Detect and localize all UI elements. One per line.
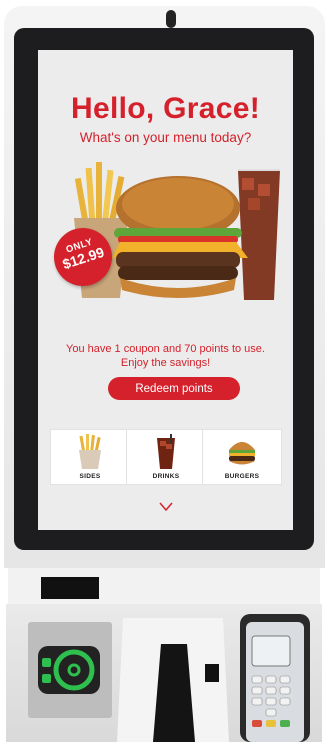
kiosk: Hello, Grace! What's on your menu today? — [0, 0, 327, 742]
drink-icon — [238, 169, 280, 300]
qr-scanner-icon[interactable] — [28, 622, 112, 718]
points-message: You have 1 coupon and 70 points to use. … — [38, 342, 293, 370]
category-drinks[interactable]: DRINKS — [127, 430, 205, 484]
points-message-line1: You have 1 coupon and 70 points to use. — [66, 343, 265, 355]
category-label: BURGERS — [224, 473, 260, 480]
card-reader-mount — [117, 618, 229, 742]
category-menu: SIDES DRINKS BURGERS — [51, 430, 282, 484]
touch-screen: Hello, Grace! What's on your menu today? — [38, 50, 293, 530]
chevron-down-icon[interactable] — [159, 502, 173, 512]
burger-icon — [229, 442, 255, 465]
category-label: SIDES — [79, 473, 101, 480]
drink-icon — [157, 434, 175, 469]
burger-icon — [112, 176, 248, 298]
receipt-printer-slot — [41, 577, 99, 599]
category-label: DRINKS — [152, 473, 180, 480]
camera-icon — [166, 10, 176, 28]
category-sides[interactable]: SIDES — [51, 430, 129, 484]
payment-terminal[interactable] — [238, 614, 312, 742]
redeem-points-button[interactable]: Redeem points — [108, 377, 240, 400]
greeting-subtitle: What's on your menu today? — [79, 130, 252, 145]
greeting-title: Hello, Grace! — [71, 92, 260, 125]
category-burgers[interactable]: BURGERS — [203, 430, 281, 484]
fries-icon — [79, 434, 101, 469]
points-message-line2: Enjoy the savings! — [120, 357, 211, 369]
scanner-panel — [28, 622, 112, 718]
